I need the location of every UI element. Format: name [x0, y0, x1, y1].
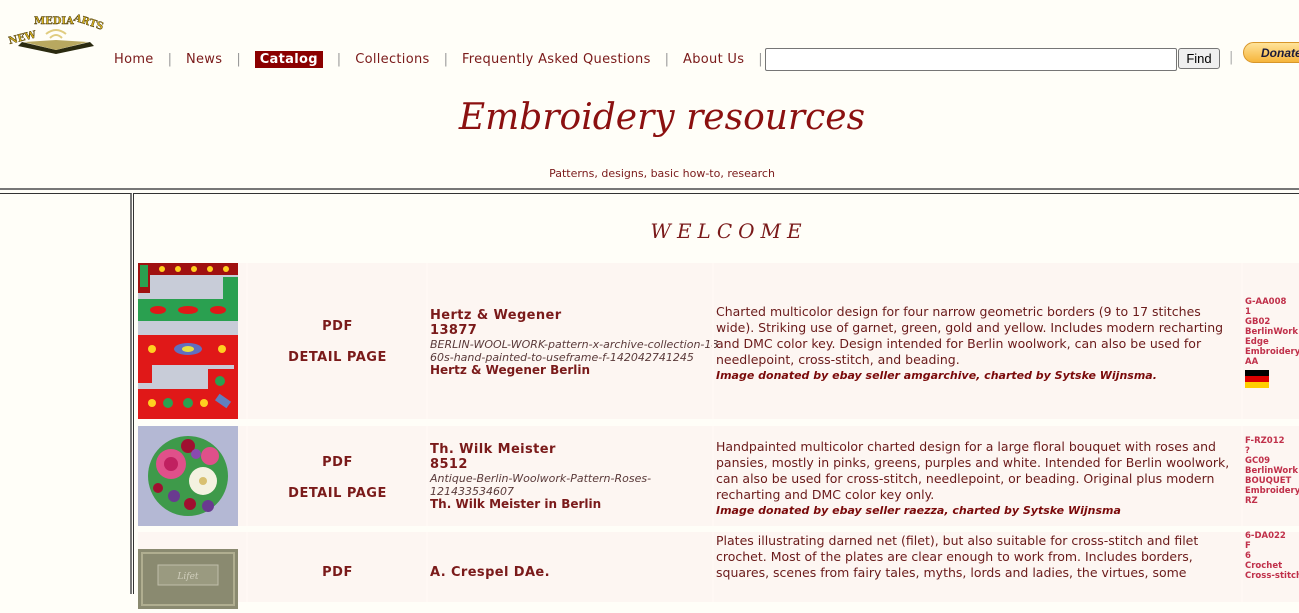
catalog-codes: G-AA008 1 GB02 BerlinWork Edge Embroider…: [1245, 297, 1299, 388]
nav-separator: |: [1229, 50, 1234, 65]
nav-separator: |: [336, 51, 342, 67]
main-nav: Home | News | Catalog | Collections | Fr…: [114, 49, 777, 69]
pattern-thumbnail[interactable]: Lifet: [138, 549, 238, 609]
catalog-row: Lifet PDF A. Crespel DAe. Plates illustr…: [138, 531, 1299, 609]
item-meta: Hertz & Wegener 13877 BERLIN-WOOL-WORK-p…: [430, 308, 720, 377]
source-file-name: BERLIN-WOOL-WORK-pattern-x-archive-colle…: [430, 338, 719, 364]
pattern-thumbnail[interactable]: [138, 426, 238, 526]
search-input[interactable]: [765, 48, 1177, 71]
code-line: Cross-stitch: [1245, 571, 1299, 581]
detail-page-link[interactable]: DETAIL PAGE: [250, 486, 425, 501]
code-line: AA: [1245, 357, 1259, 367]
nav-about-us[interactable]: About Us: [683, 52, 744, 67]
code-line: 1: [1245, 307, 1251, 317]
nav-separator: |: [758, 51, 763, 67]
pdf-link[interactable]: PDF: [250, 455, 425, 470]
svg-text:Lifet: Lifet: [176, 572, 199, 582]
code-line: BerlinWork: [1245, 327, 1299, 337]
code-line: BerlinWork: [1245, 466, 1299, 476]
catalog-row: PDF DETAIL PAGE Hertz & Wegener 13877 BE…: [138, 263, 1299, 419]
logo-text-right: ARTS: [71, 12, 104, 32]
left-sidebar: [0, 193, 132, 594]
code-line: GC09: [1245, 456, 1271, 466]
code-line: RZ: [1245, 496, 1258, 506]
pattern-number: 13877: [430, 323, 478, 338]
source-file-name: Antique-Berlin-Woolwork-Pattern-Roses-12…: [430, 472, 652, 498]
code-line: ?: [1245, 446, 1250, 456]
nav-separator: |: [236, 51, 241, 67]
site-logo[interactable]: NEW MEDIA ARTS: [6, 10, 106, 58]
description-text: Charted multicolor design for four narro…: [716, 304, 1224, 367]
main-content: WELCOME PDF DETAIL PAGE Hertz & Wegener …: [133, 193, 1299, 609]
shop-name: Hertz & Wegener Berlin: [430, 363, 591, 377]
nav-separator: |: [664, 51, 670, 67]
code-line: Crochet: [1245, 561, 1283, 571]
nav-collections[interactable]: Collections: [355, 52, 429, 67]
image-credit: Image donated by ebay seller amgarchive,…: [716, 369, 1157, 382]
shop-name: Th. Wilk Meister in Berlin: [430, 497, 602, 511]
description-text: Plates illustrating darned net (filet), …: [716, 533, 1199, 580]
code-line: F: [1245, 541, 1251, 551]
detail-page-link[interactable]: DETAIL PAGE: [250, 350, 425, 365]
item-meta: A. Crespel DAe.: [430, 565, 720, 580]
item-meta: Th. Wilk Meister 8512 Antique-Berlin-Woo…: [430, 442, 720, 511]
catalog-codes: F-RZ012 ? GC09 BerlinWork BOUQUET Embroi…: [1245, 436, 1299, 506]
page-subtitle: Patterns, designs, basic how-to, researc…: [549, 167, 775, 180]
item-description: Handpainted multicolor charted design fo…: [716, 439, 1241, 519]
code-line: 6: [1245, 551, 1251, 561]
row-links: PDF DETAIL PAGE: [250, 455, 425, 501]
code-line: Edge: [1245, 337, 1269, 347]
description-text: Handpainted multicolor charted design fo…: [716, 439, 1230, 502]
nav-home[interactable]: Home: [114, 52, 154, 67]
row-links: PDF DETAIL PAGE: [250, 319, 425, 365]
page-title: Embroidery resources: [458, 97, 866, 138]
donate-button[interactable]: Donate: [1243, 42, 1299, 63]
code-line: F-RZ012: [1245, 436, 1285, 446]
code-line: Embroidery: [1245, 486, 1299, 496]
code-line: G-AA008: [1245, 297, 1287, 307]
maker-name: Th. Wilk Meister: [430, 442, 556, 457]
code-line: BOUQUET: [1245, 476, 1292, 486]
code-line: GB02: [1245, 317, 1271, 327]
logo-text-mid: MEDIA: [34, 16, 74, 27]
nav-catalog[interactable]: Catalog: [254, 50, 323, 68]
pattern-thumbnail[interactable]: [138, 263, 238, 419]
nav-faq[interactable]: Frequently Asked Questions: [462, 52, 651, 67]
find-button[interactable]: Find: [1178, 48, 1220, 69]
nav-separator: |: [167, 51, 172, 67]
nav-news[interactable]: News: [186, 52, 222, 67]
pdf-link[interactable]: PDF: [250, 319, 425, 334]
header-divider: [0, 188, 1299, 190]
catalog-row: PDF DETAIL PAGE Th. Wilk Meister 8512 An…: [138, 426, 1299, 526]
image-credit: Image donated by ebay seller raezza, cha…: [716, 504, 1121, 517]
pdf-link[interactable]: PDF: [250, 565, 425, 580]
catalog-codes: 6-DA022 F 6 Crochet Cross-stitch: [1245, 531, 1299, 581]
welcome-heading: WELCOME: [650, 219, 808, 243]
code-line: 6-DA022: [1245, 531, 1286, 541]
maker-name: A. Crespel DAe.: [430, 565, 550, 580]
pattern-number: 8512: [430, 457, 468, 472]
row-links: PDF: [250, 565, 425, 580]
item-description: Charted multicolor design for four narro…: [716, 304, 1241, 384]
germany-flag-icon: [1245, 370, 1269, 388]
nav-separator: |: [443, 51, 448, 67]
code-line: Embroidery: [1245, 347, 1299, 357]
maker-name: Hertz & Wegener: [430, 308, 562, 323]
item-description: Plates illustrating darned net (filet), …: [716, 533, 1241, 581]
